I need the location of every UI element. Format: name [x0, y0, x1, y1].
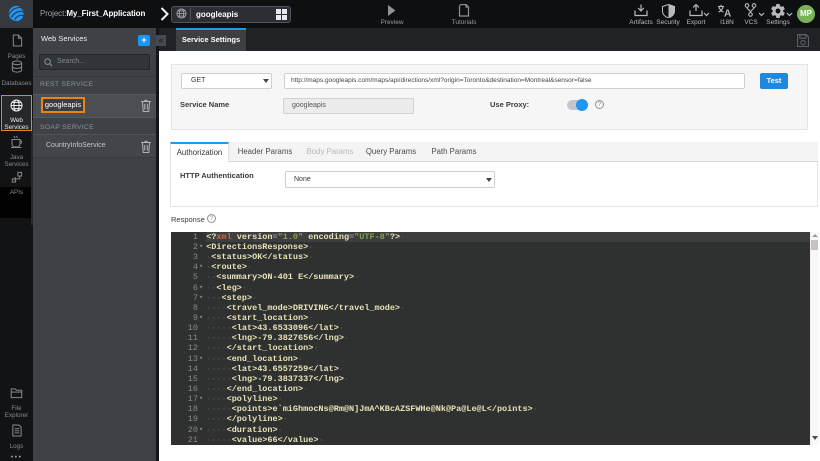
svg-text:A: A	[724, 9, 731, 18]
